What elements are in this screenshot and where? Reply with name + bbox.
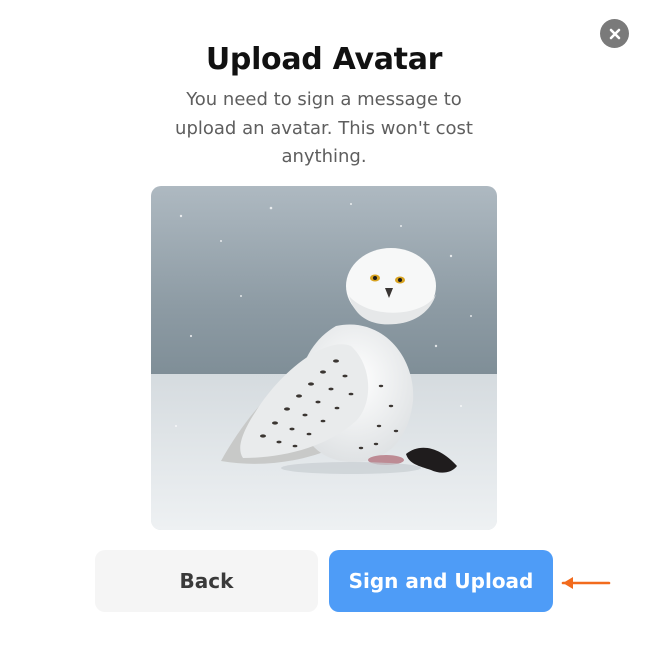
avatar-preview-image	[151, 186, 497, 530]
modal-title: Upload Avatar	[205, 42, 443, 77]
annotation-arrow-icon	[561, 577, 611, 589]
back-button[interactable]: Back	[95, 550, 318, 612]
upload-avatar-modal: Upload Avatar You need to sign a message…	[0, 0, 648, 647]
sign-and-upload-button[interactable]: Sign and Upload	[329, 550, 553, 612]
close-icon	[609, 28, 620, 39]
modal-description: You need to sign a message to upload an …	[175, 89, 473, 167]
